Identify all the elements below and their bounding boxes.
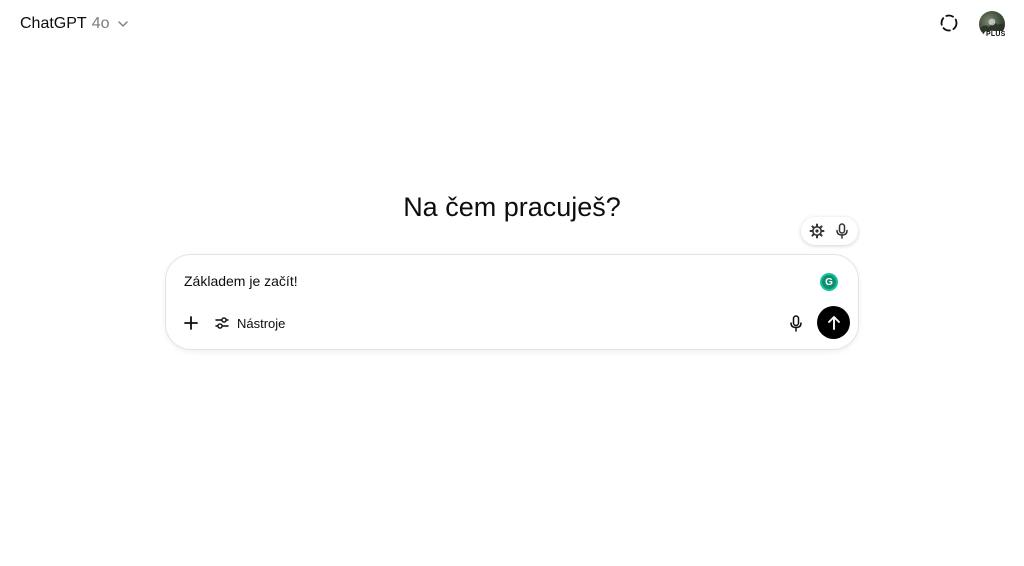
add-attachment-button[interactable]: [180, 312, 202, 334]
voice-mic-button[interactable]: [832, 221, 852, 241]
prompt-input[interactable]: Základem je začít!: [184, 273, 298, 289]
page-title: Na čem pracuješ?: [403, 192, 621, 222]
microphone-icon: [790, 314, 802, 332]
dashed-circle-icon: [940, 14, 958, 32]
microphone-icon: [836, 223, 848, 239]
voice-settings-button[interactable]: [807, 221, 827, 241]
gear-icon: [809, 223, 825, 239]
voice-toolbar: [801, 217, 858, 245]
plus-icon: [184, 316, 198, 330]
dictate-button[interactable]: [786, 313, 806, 333]
send-button[interactable]: [817, 306, 850, 339]
model-selector[interactable]: ChatGPT 4o: [14, 10, 136, 38]
sliders-icon: [215, 317, 229, 329]
top-bar: ChatGPT 4o PLUS: [0, 0, 1024, 48]
tools-button[interactable]: Nástroje: [214, 312, 285, 334]
prompt-composer: Základem je začít! G Nástroje: [165, 254, 859, 350]
grammarly-icon: G: [822, 275, 836, 289]
app-name: ChatGPT: [20, 15, 87, 32]
chevron-down-icon: [118, 21, 129, 27]
model-version: 4o: [91, 15, 110, 32]
grammarly-button[interactable]: G: [820, 273, 838, 291]
plan-badge: PLUS: [984, 31, 1008, 38]
temporary-chat-button[interactable]: [936, 10, 962, 36]
tools-label: Nástroje: [237, 315, 286, 331]
arrow-up-icon: [827, 315, 840, 330]
